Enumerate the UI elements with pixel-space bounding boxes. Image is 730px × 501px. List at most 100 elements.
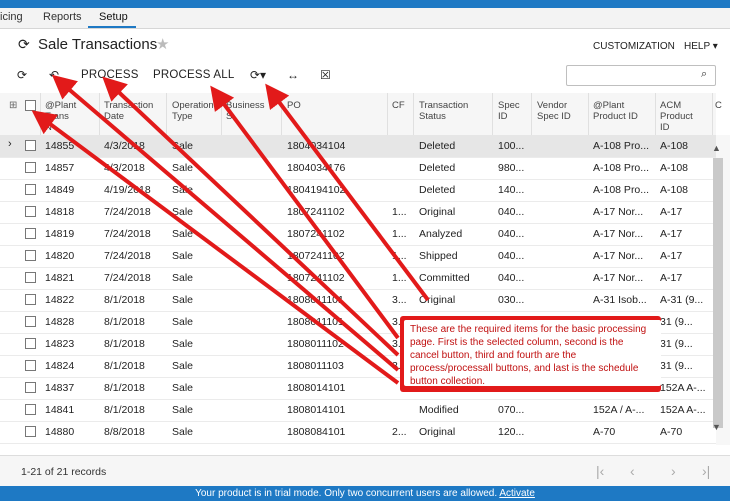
process-all-button[interactable]: PROCESS ALL: [153, 69, 234, 81]
row-select-checkbox[interactable]: [25, 294, 36, 305]
cell-date: 8/1/2018: [104, 404, 145, 416]
row-select-checkbox[interactable]: [25, 184, 36, 195]
favorite-star-icon[interactable]: ★: [156, 35, 169, 53]
column-divider: [166, 93, 167, 135]
select-all-checkbox[interactable]: [25, 100, 36, 111]
column-settings-icon[interactable]: ⊞: [9, 100, 17, 111]
grid-footer: [0, 455, 730, 486]
search-icon[interactable]: ⌕: [701, 68, 707, 81]
table-row[interactable]: 14822 8/1/2018 Sale 1808011101 3... Original 0…: [0, 289, 716, 312]
tab-invoicing[interactable]: icing: [0, 11, 23, 23]
col-transaction-status[interactable]: Transaction Status: [419, 100, 468, 122]
row-select-checkbox[interactable]: [25, 250, 36, 261]
search-input[interactable]: [566, 65, 716, 86]
cell-trans-nbr: 14849: [45, 184, 75, 196]
records-count: 1-21 of 21 records: [21, 466, 107, 478]
col-plant-product-id[interactable]: @Plant Product ID: [593, 100, 638, 122]
cell-date: 7/24/2018: [104, 250, 151, 262]
cell-acm-product: 31 (9...: [660, 360, 693, 372]
chevron-down-icon: ▾: [712, 41, 718, 52]
cell-operation: Sale: [172, 382, 194, 394]
col-transaction-date[interactable]: Transaction Date: [104, 100, 153, 122]
cell-trans-nbr: 14819: [45, 228, 75, 240]
fit-columns-icon[interactable]: ↔: [287, 68, 299, 82]
cell-operation: Sale: [172, 206, 194, 218]
tab-setup[interactable]: Setup: [99, 11, 128, 23]
column-divider: [221, 93, 222, 135]
tab-reports[interactable]: Reports: [43, 11, 82, 23]
row-select-checkbox[interactable]: [25, 272, 36, 283]
cell-acm-product: 152A A-...: [660, 404, 706, 416]
row-select-checkbox[interactable]: [25, 162, 36, 173]
cell-po: 1808084101: [287, 426, 346, 438]
row-select-checkbox[interactable]: [25, 316, 36, 327]
scroll-up-icon[interactable]: ▲: [712, 143, 721, 153]
cell-date: 7/24/2018: [104, 206, 151, 218]
row-select-checkbox[interactable]: [25, 140, 36, 151]
table-row[interactable]: 14818 7/24/2018 Sale 1807241102 1... Original…: [0, 201, 716, 224]
col-spec-id[interactable]: Spec ID: [498, 100, 520, 122]
next-page-icon[interactable]: ›: [671, 463, 676, 479]
undo-icon[interactable]: ↶: [49, 68, 59, 82]
cell-spec-id: 040...: [498, 228, 525, 240]
vertical-scrollbar-thumb[interactable]: [713, 158, 723, 428]
table-row[interactable]: 14841 8/1/2018 Sale 1808014101 Modified 070..…: [0, 399, 716, 422]
cell-status: Original: [419, 426, 456, 438]
export-excel-icon[interactable]: ☒: [320, 68, 331, 82]
cell-cf: 3...: [392, 294, 407, 306]
last-page-icon[interactable]: ›|: [702, 463, 710, 479]
cell-po: 1808011101: [287, 316, 344, 328]
row-select-checkbox[interactable]: [25, 228, 36, 239]
col-acm-product-id[interactable]: ACM Product ID: [660, 100, 693, 133]
process-button[interactable]: PROCESS: [81, 69, 139, 81]
table-row[interactable]: 14819 7/24/2018 Sale 1807241102 1... Analyzed…: [0, 223, 716, 246]
schedule-icon[interactable]: ⟳▾: [250, 68, 266, 82]
table-row[interactable]: 14849 4/19/2018 Sale 1804194102 Deleted 140..…: [0, 179, 716, 202]
scroll-down-icon[interactable]: ▼: [712, 422, 721, 432]
cell-trans-nbr: 14837: [45, 382, 75, 394]
row-select-checkbox[interactable]: [25, 338, 36, 349]
table-row[interactable]: 14820 7/24/2018 Sale 1807241102 1... Shipped 0…: [0, 245, 716, 268]
col-operation-type[interactable]: Operation Type: [172, 100, 214, 122]
cell-date: 4/19/2018: [104, 184, 151, 196]
row-select-checkbox[interactable]: [25, 206, 36, 217]
cell-plant-product: A-108 Pro...: [593, 140, 650, 152]
row-select-checkbox[interactable]: [25, 404, 36, 415]
cell-status: Deleted: [419, 140, 456, 152]
help-menu[interactable]: HELP ▾: [684, 41, 718, 52]
col-c[interactable]: C: [715, 100, 722, 111]
cell-trans-nbr: 14841: [45, 404, 75, 416]
top-brand-bar: [0, 0, 730, 8]
table-row[interactable]: 14857 4/3/2018 Sale 1804034176 Deleted 980...…: [0, 157, 716, 180]
cell-date: 8/8/2018: [104, 426, 145, 438]
customization-menu[interactable]: CUSTOMIZATION: [593, 41, 675, 52]
row-select-checkbox[interactable]: [25, 426, 36, 437]
cell-acm-product: 31 (9...: [660, 338, 693, 350]
cell-trans-nbr: 14823: [45, 338, 75, 350]
row-select-checkbox[interactable]: [25, 382, 36, 393]
prev-page-icon[interactable]: ‹: [630, 463, 635, 479]
table-row[interactable]: 14880 8/8/2018 Sale 1808084101 2... Original 1…: [0, 421, 716, 444]
table-row[interactable]: 14821 7/24/2018 Sale 1807241102 1... Committe…: [0, 267, 716, 290]
column-divider: [413, 93, 414, 135]
grid-header: ⊞ @Plant Trans N Transaction Date Operat…: [0, 93, 722, 136]
cell-po: 1807241102: [287, 228, 345, 240]
col-plant-trans[interactable]: @Plant Trans N: [45, 100, 76, 133]
first-page-icon[interactable]: |‹: [596, 463, 604, 479]
column-divider: [712, 93, 713, 135]
cell-acm-product: A-17: [660, 228, 683, 240]
cell-cf: 2...: [392, 426, 407, 438]
col-vendor-spec-id[interactable]: Vendor Spec ID: [537, 100, 571, 122]
column-divider: [655, 93, 656, 135]
col-cf[interactable]: CF: [392, 100, 405, 111]
col-business[interactable]: Business S: [226, 100, 265, 122]
col-po[interactable]: PO: [287, 100, 301, 111]
refresh-button[interactable]: ⟳: [17, 68, 27, 82]
table-row[interactable]: › 14855 4/3/2018 Sale 1804034104 Deleted 100..…: [0, 135, 716, 158]
refresh-icon[interactable]: ⟳: [18, 36, 30, 53]
cell-date: 4/3/2018: [104, 162, 145, 174]
transactions-grid: ⊞ @Plant Trans N Transaction Date Operat…: [0, 93, 730, 445]
cell-date: 8/1/2018: [104, 360, 145, 372]
row-select-checkbox[interactable]: [25, 360, 36, 371]
activate-link[interactable]: Activate: [499, 488, 535, 499]
